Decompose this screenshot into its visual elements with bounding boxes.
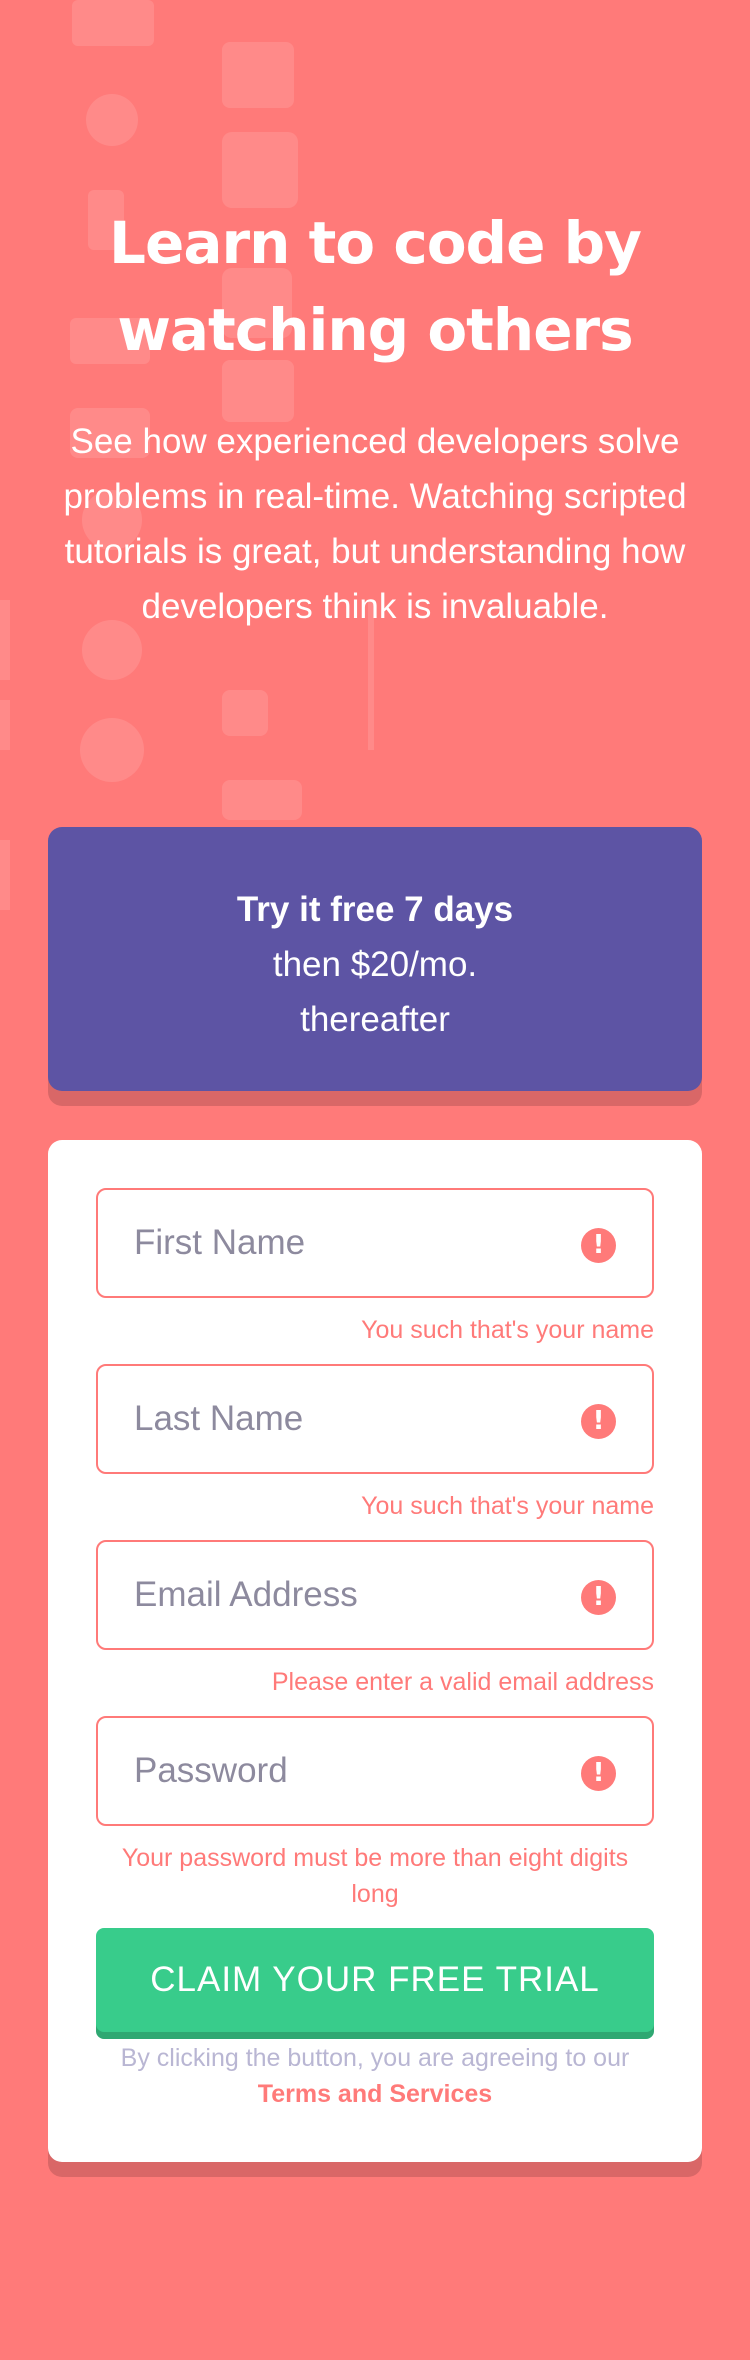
last-name-field: ! xyxy=(96,1364,654,1474)
signup-form: ! You such that's your name ! You such t… xyxy=(48,1140,702,2162)
promo-thereafter-text: thereafter xyxy=(300,1000,450,1039)
error-icon: ! xyxy=(581,1580,616,1615)
email-input[interactable] xyxy=(98,1542,652,1648)
title-line-1: Learn to code by xyxy=(109,209,642,277)
password-field: ! xyxy=(96,1716,654,1826)
last-name-input[interactable] xyxy=(98,1366,652,1472)
error-icon: ! xyxy=(581,1404,616,1439)
password-error: Your password must be more than eight di… xyxy=(121,1844,629,1908)
first-name-field: ! xyxy=(96,1188,654,1298)
promo-bold-text: Try it free 7 days xyxy=(236,890,514,929)
page-title: Learn to code by watching others xyxy=(48,200,702,374)
hero-description: See how experienced developers solve pro… xyxy=(63,422,687,626)
error-icon: ! xyxy=(581,1756,616,1791)
last-name-error: You such that's your name xyxy=(361,1492,654,1520)
first-name-error: You such that's your name xyxy=(361,1316,654,1344)
error-icon: ! xyxy=(581,1228,616,1263)
promo-banner: Try it free 7 days then $20/mo. thereaft… xyxy=(48,827,702,1091)
terms-link[interactable]: Terms and Services xyxy=(258,2080,492,2108)
password-input[interactable] xyxy=(98,1718,652,1824)
first-name-input[interactable] xyxy=(98,1190,652,1296)
email-error: Please enter a valid email address xyxy=(271,1668,654,1696)
title-line-2: watching others xyxy=(117,296,633,364)
email-field: ! xyxy=(96,1540,654,1650)
terms-text: By clicking the button, you are agreeing… xyxy=(120,2044,630,2072)
promo-price-text: then $20/mo. xyxy=(272,945,478,984)
hero-section: Learn to code by watching others See how… xyxy=(48,200,702,634)
terms-notice: By clicking the button, you are agreeing… xyxy=(96,2040,654,2112)
claim-trial-button[interactable]: CLAIM YOUR FREE TRIAL xyxy=(96,1928,654,2032)
